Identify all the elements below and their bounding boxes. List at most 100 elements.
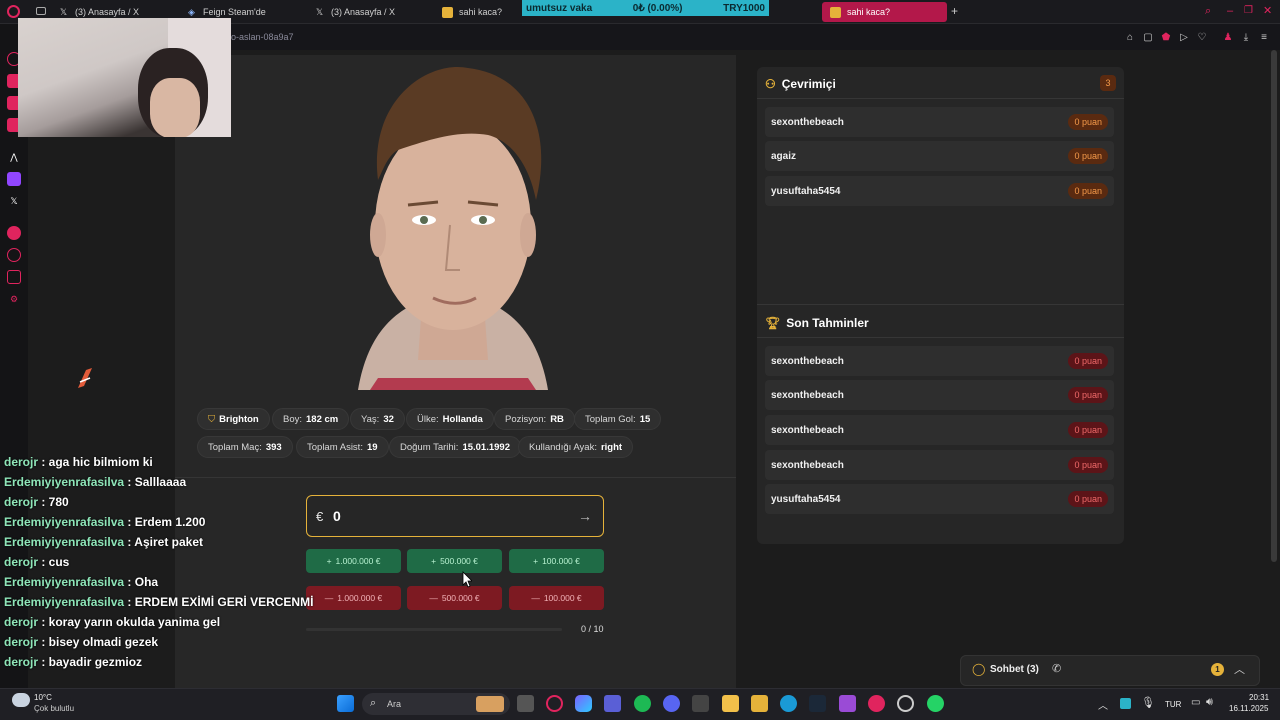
add-100k-button[interactable]: + 100.000 € [509, 549, 604, 573]
opera-taskbar-icon[interactable] [546, 695, 563, 712]
tab-x-2[interactable]: 𝕏 (3) Anasayfa / X [314, 2, 395, 22]
download-icon[interactable]: ⤓ [1240, 31, 1252, 43]
profile-icon[interactable]: ♟ [1222, 31, 1234, 43]
add-500k-button[interactable]: + 500.000 € [407, 549, 502, 573]
url-text[interactable]: o-aslan-08a9a7 [231, 32, 294, 42]
chat-text: : koray yarın okulda yanima gel [38, 615, 221, 629]
tab-list-icon[interactable] [36, 7, 46, 15]
chevron-up-icon[interactable]: ︿ [1234, 661, 1245, 677]
guess-input[interactable] [306, 495, 604, 537]
steam-taskbar-icon[interactable] [809, 695, 826, 712]
subtract-100k-button[interactable]: — 100.000 € [509, 586, 604, 610]
add-1m-button[interactable]: + 1.000.000 € [306, 549, 401, 573]
address-bar[interactable] [175, 24, 1280, 50]
microphone-icon[interactable]: 🎙︎ [1141, 696, 1155, 709]
add-1m-label: 1.000.000 € [335, 556, 381, 566]
maximize-icon[interactable]: ❐ [1244, 5, 1253, 16]
close-icon[interactable]: ✕ [1263, 4, 1272, 17]
chat-username: derojr [4, 455, 39, 469]
recent-guess-score: 0 puan [1068, 422, 1108, 438]
chat-username: derojr [4, 615, 39, 629]
matches-label: Toplam Maç: [208, 441, 262, 453]
teams-icon[interactable] [604, 695, 621, 712]
minimize-icon[interactable]: – [1227, 5, 1233, 17]
chat-username: derojr [4, 555, 39, 569]
x-icon[interactable]: 𝕏 [7, 194, 21, 208]
subtract-1m-button[interactable]: — 1.000.000 € [306, 586, 401, 610]
task-view-icon[interactable] [517, 695, 534, 712]
twitch-icon[interactable] [7, 172, 21, 186]
chat-message: derojr : bayadir gezmioz [4, 655, 142, 669]
menu-icon[interactable]: ≡ [1258, 31, 1270, 43]
snapshot-icon[interactable]: ▢ [1142, 31, 1154, 43]
club-name: Brighton [219, 413, 259, 425]
chat-text: : aga hic bilmiom ki [38, 455, 153, 469]
red-app-icon[interactable] [868, 695, 885, 712]
users-icon: ⚇ [765, 77, 776, 91]
add-500k-label: 500.000 € [440, 556, 478, 566]
spotify-icon[interactable] [7, 226, 21, 240]
subtract-500k-button[interactable]: — 500.000 € [407, 586, 502, 610]
taskbar-search-placeholder: Ara [387, 699, 402, 709]
display-icon[interactable]: ▭ [1191, 697, 1200, 708]
matches-value: 393 [265, 441, 282, 453]
recent-divider [757, 337, 1124, 338]
height-value: 182 cm [306, 413, 339, 425]
online-header: ⚇ Çevrimiçi [765, 77, 836, 91]
volume-icon[interactable]: 🔊︎ [1206, 696, 1213, 709]
section-divider [757, 304, 1124, 305]
position-value: RB [550, 413, 564, 425]
tab-sahi-kaca[interactable]: sahi kaca? [442, 2, 502, 22]
tab-sahi-kaca-active[interactable]: sahi kaca? [822, 2, 947, 22]
chat-widget-label[interactable]: Sohbet (3) [990, 664, 1039, 675]
tab-label: (3) Anasayfa / X [75, 7, 140, 17]
stream-logo-icon [78, 368, 92, 388]
app-r-icon[interactable] [751, 695, 768, 712]
editor-icon[interactable] [839, 695, 856, 712]
settings-icon[interactable]: ⚙ [7, 292, 21, 306]
webcam-overlay [18, 18, 231, 137]
edge-icon[interactable] [780, 695, 797, 712]
clock-date[interactable]: 16.11.2025 [1229, 704, 1268, 713]
store-icon[interactable] [692, 695, 709, 712]
weather-temp[interactable]: 10°C [34, 693, 52, 702]
recent-guess-name: yusuftaha5454 [771, 493, 841, 505]
page-scrollbar[interactable] [1271, 50, 1277, 562]
chat-message: Erdemiyiyenrafasilva : Aşiret paket [4, 535, 203, 549]
foot-chip: Kullandığı Ayak: right [518, 436, 634, 458]
online-user-row: agaiz 0 puan [765, 141, 1114, 171]
chat-message: derojr : bisey olmadi gezek [4, 635, 158, 649]
clock-time[interactable]: 20:31 [1249, 693, 1269, 702]
heart-icon[interactable]: ♡ [1196, 31, 1208, 43]
language-indicator[interactable]: TUR [1165, 700, 1181, 709]
history-icon[interactable] [7, 248, 21, 262]
discord-icon[interactable] [663, 695, 680, 712]
pin-icon[interactable]: ⌂ [1124, 31, 1136, 43]
folder-icon[interactable] [722, 695, 739, 712]
new-tab-button[interactable]: + [951, 4, 958, 18]
windows-start-icon[interactable] [337, 695, 354, 712]
whatsapp-icon[interactable] [927, 695, 944, 712]
opera-logo-icon[interactable] [7, 5, 20, 18]
tray-app-icon[interactable] [1120, 698, 1131, 709]
chat-unread-badge: 1 [1211, 663, 1224, 676]
phone-icon[interactable]: ✆ [1052, 662, 1061, 675]
chevron-up-icon[interactable]: ︿ [1098, 697, 1108, 712]
submit-arrow-icon[interactable]: → [575, 506, 595, 526]
goals-label: Toplam Gol: [585, 413, 636, 425]
spotify-taskbar-icon[interactable] [634, 695, 651, 712]
obs-icon[interactable] [897, 695, 914, 712]
aria-icon[interactable]: ⋀ [7, 150, 21, 164]
guess-value[interactable]: 0 [333, 508, 341, 524]
minus-icon: — [429, 593, 438, 603]
weather-desc[interactable]: Çok bulutlu [34, 704, 74, 713]
shield-icon: ⛉ [208, 413, 216, 425]
online-user-name: agaiz [771, 150, 797, 162]
vpn-icon[interactable]: ⬟ [1160, 31, 1172, 43]
play-icon[interactable]: ▷ [1178, 31, 1190, 43]
extensions-icon[interactable] [7, 270, 21, 284]
weather-cloud-icon[interactable] [12, 693, 30, 707]
country-chip: Ülke: Hollanda [406, 408, 494, 430]
copilot-icon[interactable] [575, 695, 592, 712]
search-tabs-icon[interactable]: ⌕ [1205, 5, 1211, 18]
